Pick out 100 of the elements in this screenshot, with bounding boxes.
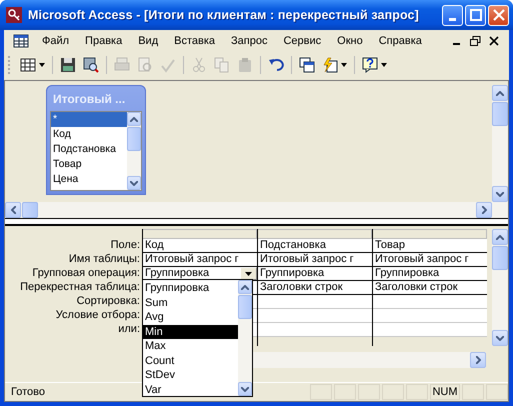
caret-icon <box>245 272 252 276</box>
vertical-scrollbar[interactable] <box>127 112 141 190</box>
status-panel <box>358 384 380 400</box>
row-label: Сортировка: <box>76 294 140 308</box>
minimize-button[interactable] <box>442 4 463 26</box>
status-panel <box>462 384 484 400</box>
minimize-icon <box>449 18 456 20</box>
scroll-thumb[interactable] <box>127 127 141 151</box>
scissors-icon <box>191 57 207 73</box>
scroll-thumb[interactable] <box>492 102 508 126</box>
field-list-item[interactable]: Товар <box>51 157 127 172</box>
dropdown-option[interactable]: Max <box>143 339 238 354</box>
menu-item[interactable]: Вид <box>130 35 166 47</box>
scroll-thumb[interactable] <box>492 246 508 270</box>
search-icon <box>83 57 99 73</box>
menu-item[interactable]: Вставка <box>166 35 224 47</box>
grid-cell[interactable]: Группировка <box>373 267 487 281</box>
menu-item[interactable]: Справка <box>370 35 430 47</box>
field-list-item[interactable]: Подстановка <box>51 142 127 157</box>
menu-item[interactable]: Запрос <box>223 35 276 47</box>
grid-cell[interactable]: Заголовки строк <box>373 281 487 295</box>
dropdown-option[interactable]: Группировка <box>143 281 238 296</box>
window-title: Microsoft Access - [Итоги по клиентам : перекрестный запрос] <box>28 8 420 22</box>
grid-cell[interactable] <box>373 309 487 323</box>
menu-item[interactable]: Файл <box>34 35 78 47</box>
status-panel <box>310 384 332 400</box>
maximize-button[interactable] <box>465 4 486 26</box>
dropdown-option[interactable]: Var <box>143 382 238 397</box>
pane-splitter[interactable] <box>5 219 508 226</box>
grid-cell[interactable]: Итоговый запрос г <box>143 253 257 267</box>
grid-cell[interactable] <box>373 295 487 309</box>
scroll-up-button[interactable] <box>127 112 141 126</box>
status-panel <box>486 384 508 400</box>
field-list-item[interactable]: Код <box>51 127 127 142</box>
close-icon <box>492 9 504 21</box>
scroll-down-button[interactable] <box>127 176 141 190</box>
scroll-left-button[interactable] <box>5 202 21 218</box>
scroll-down-button[interactable] <box>492 186 508 202</box>
dropdown-button[interactable] <box>240 267 257 280</box>
copy-icon <box>214 57 230 73</box>
dropdown-option[interactable]: Sum <box>143 296 238 310</box>
undo-icon <box>268 57 284 73</box>
grid-cell[interactable]: Группировка <box>258 267 372 281</box>
vertical-scrollbar[interactable] <box>492 229 508 346</box>
row-label: или: <box>117 322 140 336</box>
vertical-scrollbar[interactable] <box>238 280 252 396</box>
key-icon <box>6 7 22 23</box>
scroll-down-button[interactable] <box>492 330 508 346</box>
row-label: Групповая операция: <box>31 266 140 280</box>
scroll-right-button[interactable] <box>470 352 486 368</box>
grid-cell[interactable] <box>258 309 372 323</box>
caret-icon <box>39 63 45 67</box>
scroll-up-button[interactable] <box>492 85 508 101</box>
scroll-thumb[interactable] <box>238 295 252 319</box>
field-list-item[interactable]: Цена <box>51 172 127 187</box>
caret-icon <box>381 63 387 67</box>
menu-item[interactable]: Сервис <box>275 35 330 47</box>
scroll-down-button[interactable] <box>238 382 252 396</box>
grid-cell[interactable] <box>373 323 487 337</box>
maximize-icon <box>470 9 482 21</box>
status-panel <box>406 384 428 400</box>
dropdown-option[interactable]: Min <box>143 324 238 339</box>
caret-icon <box>341 63 347 67</box>
grid-cell[interactable]: Заголовки строк <box>258 281 372 295</box>
num-lock-indicator: NUM <box>430 384 460 400</box>
row-label: Условие отбора: <box>54 308 140 322</box>
grid-cell[interactable]: Подстановка <box>258 239 372 253</box>
field-list-item[interactable]: * <box>51 112 127 127</box>
spelling-check-icon <box>160 57 176 73</box>
grid-cell[interactable]: Итоговый запрос г <box>373 253 487 267</box>
status-text: Готово <box>11 386 45 398</box>
clipboard-icon <box>237 57 253 73</box>
row-label: Перекрестная таблица: <box>19 280 140 294</box>
scroll-up-button[interactable] <box>492 229 508 245</box>
row-label: Поле: <box>110 238 140 252</box>
horizontal-scrollbar[interactable] <box>5 202 508 218</box>
scroll-right-button[interactable] <box>476 202 492 218</box>
grid-cell[interactable]: Итоговый запрос г <box>258 253 372 267</box>
dropdown-option[interactable]: Count <box>143 354 238 368</box>
grid-cell[interactable]: Код <box>143 239 257 253</box>
dropdown-option[interactable]: Avg <box>143 310 238 324</box>
table-icon <box>20 57 36 73</box>
restore-icon[interactable] <box>470 36 481 46</box>
lightning-icon <box>322 57 338 73</box>
scroll-up-button[interactable] <box>238 280 252 294</box>
row-label: Имя таблицы: <box>68 252 140 266</box>
field-list-title: Итоговый ... <box>52 91 126 108</box>
printer-icon <box>114 57 130 73</box>
vertical-scrollbar[interactable] <box>492 85 508 202</box>
close-icon[interactable] <box>489 36 499 46</box>
grid-cell[interactable] <box>258 323 372 337</box>
windows-icon <box>299 57 315 73</box>
grid-cell[interactable] <box>258 295 372 309</box>
dropdown-option[interactable]: StDev <box>143 368 238 382</box>
grid-cell[interactable]: Товар <box>373 239 487 253</box>
menu-item[interactable]: Окно <box>329 35 371 47</box>
menu-item[interactable]: Правка <box>77 35 130 47</box>
close-button[interactable] <box>488 4 509 26</box>
datasheet-icon[interactable] <box>12 33 30 49</box>
scroll-thumb[interactable] <box>22 202 38 218</box>
